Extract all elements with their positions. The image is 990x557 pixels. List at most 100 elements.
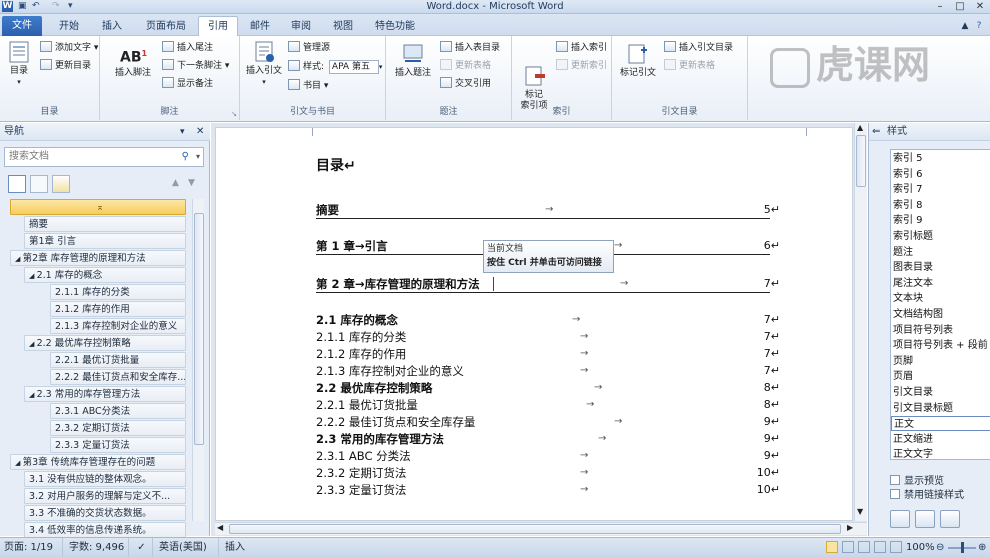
results-view-icon[interactable] <box>52 175 70 193</box>
style-item[interactable]: 引文目录 <box>893 385 933 400</box>
document-page[interactable]: 目录↵ 摘要 → 5↵ 第 1 章→引言 → 6↵ 第 2 章→库存管理的原理和方法 → 7↵ 2… <box>215 127 853 521</box>
toc-button[interactable]: 目录 ▾ <box>4 40 34 88</box>
horizontal-scroll-thumb[interactable] <box>229 524 841 534</box>
word-count[interactable]: 字数: 9,496 <box>62 538 124 557</box>
collapse-triangle-icon[interactable]: ◢ <box>15 459 23 467</box>
nav-heading-item[interactable]: ◢ 2.1 库存的概念 <box>24 267 186 283</box>
proofing-icon[interactable]: ✓ <box>128 538 148 557</box>
style-item[interactable]: 项目符号列表 + 段前 <box>893 338 988 353</box>
collapse-triangle-icon[interactable]: ◢ <box>29 391 37 399</box>
page-count[interactable]: 页面: 1/19 <box>4 538 53 557</box>
tab-home[interactable]: 开始 <box>50 17 88 36</box>
update-index-button[interactable]: 更新索引 <box>556 59 607 74</box>
insert-citation-button[interactable]: 插入引文 ▾ <box>244 40 284 88</box>
nav-heading-item[interactable]: 3.4 低效率的信息传递系统。 <box>24 522 186 538</box>
toc-entry-text[interactable]: 2.1 库存的概念 <box>316 312 398 328</box>
nav-heading-item[interactable]: 2.1.2 库存的作用 <box>50 301 186 317</box>
minimize-ribbon-icon[interactable]: ▲ <box>958 17 972 36</box>
insert-table-of-figures-button[interactable]: 插入表目录 <box>440 41 500 56</box>
zoom-slider-thumb[interactable] <box>961 542 964 553</box>
scroll-right-icon[interactable]: ▶ <box>847 523 853 532</box>
pages-view-icon[interactable] <box>30 175 48 193</box>
dialog-launcher-icon[interactable]: ↘ <box>231 110 237 118</box>
nav-heading-item[interactable]: 2.3.2 定期订货法 <box>50 420 186 436</box>
bibliography-button[interactable]: 书目 ▾ <box>288 79 328 94</box>
style-item[interactable]: 正文缩进 <box>893 432 933 447</box>
outline-view-icon[interactable] <box>874 541 886 553</box>
cross-reference-button[interactable]: 交叉引用 <box>440 77 491 92</box>
headings-view-icon[interactable] <box>8 175 26 193</box>
maximize-icon[interactable]: □ <box>950 0 970 13</box>
nav-heading-item[interactable]: 第1章 引言 <box>24 233 186 249</box>
nav-scrollbar[interactable] <box>192 199 204 521</box>
toc-entry-text[interactable]: 2.1.3 库存控制对企业的意义 <box>316 363 464 379</box>
tab-mailings[interactable]: 邮件 <box>242 17 278 36</box>
citation-style-select[interactable]: APA 第五 <box>328 60 379 74</box>
tab-insert[interactable]: 插入 <box>92 17 132 36</box>
mark-citation-button[interactable]: 标记引文 <box>616 42 660 79</box>
collapse-triangle-icon[interactable]: ◢ <box>15 255 23 263</box>
zoom-level[interactable]: 100% <box>906 538 935 557</box>
next-footnote-button[interactable]: 下一条脚注 ▾ <box>162 59 229 74</box>
zoom-in-icon[interactable]: ⊕ <box>978 538 986 557</box>
insert-caption-button[interactable]: 插入题注 <box>390 42 436 79</box>
toc-entry-text[interactable]: 第 2 章→库存管理的原理和方法 <box>316 276 480 292</box>
nav-heading-item[interactable]: 2.2.1 最优订货批量 <box>50 352 186 368</box>
zoom-out-icon[interactable]: ⊖ <box>936 538 944 557</box>
disable-linked-checkbox[interactable]: 禁用链接样式 <box>890 489 964 502</box>
nav-heading-item[interactable]: ◢ 第3章 传统库存管理存在的问题 <box>10 454 186 470</box>
search-icon[interactable]: ⚲ <box>182 148 189 166</box>
toc-entry-text[interactable]: 2.2 最优库存控制策略 <box>316 380 432 396</box>
toc-entry-text[interactable]: 2.1.2 库存的作用 <box>316 346 406 362</box>
tab-review[interactable]: 审阅 <box>282 17 320 36</box>
search-dropdown-icon[interactable]: ▾ <box>196 148 200 166</box>
toc-entry-text[interactable]: 2.3.2 定期订货法 <box>316 465 406 481</box>
nav-heading-item[interactable]: ◢ 2.2 最优库存控制策略 <box>24 335 186 351</box>
insert-mode[interactable]: 插入 <box>218 538 268 557</box>
toc-entry-text[interactable]: 2.1.1 库存的分类 <box>316 329 406 345</box>
style-item[interactable]: 项目符号列表 <box>893 323 953 338</box>
document-horizontal-scrollbar[interactable]: ◀ ▶ <box>215 522 867 535</box>
styles-list[interactable]: 索引 5 索引 6 索引 7 索引 8 索引 9 索引标题 题注 图表目录 尾注文本 文本块 文档结… <box>890 149 990 460</box>
nav-heading-item[interactable]: 2.2.2 最佳订货点和安全库存... <box>50 369 186 385</box>
close-icon[interactable]: ✕ <box>970 0 990 13</box>
insert-toa-button[interactable]: 插入引文目录 <box>664 41 733 56</box>
nav-heading-item[interactable]: 2.1.1 库存的分类 <box>50 284 186 300</box>
toc-entry-text[interactable]: 2.2.2 最佳订货点和安全库存量 <box>316 414 475 430</box>
scroll-down-icon[interactable]: ▼ <box>857 507 863 516</box>
style-item[interactable]: 正文文字 <box>893 447 933 459</box>
style-item[interactable]: 页眉 <box>893 369 913 384</box>
tab-references[interactable]: 引用 <box>198 16 238 36</box>
help-icon[interactable]: ? <box>972 17 986 36</box>
document-vertical-scrollbar[interactable]: ▲ ▼ <box>854 123 867 521</box>
nav-down-icon[interactable]: ▼ <box>188 178 195 188</box>
nav-heading-item[interactable]: 3.3 不准确的交货状态数据。 <box>24 505 186 521</box>
toc-entry-text[interactable]: 2.2.1 最优订货批量 <box>316 397 418 413</box>
styles-collapse-icon[interactable]: ⇐ <box>872 123 880 141</box>
language-indicator[interactable]: 英语(美国) <box>152 538 207 557</box>
nav-heading-item[interactable]: 摘要 <box>24 216 186 232</box>
nav-heading-item[interactable]: 2.1.3 库存控制对企业的意义 <box>50 318 186 334</box>
nav-heading-item[interactable]: 3.2 对用户服务的理解与定义不... <box>24 488 186 504</box>
toc-entry-text[interactable]: 摘要 <box>316 202 339 218</box>
style-item[interactable]: 索引标题 <box>893 229 933 244</box>
nav-search-input[interactable]: 搜索文档 ⚲ ▾ <box>4 147 204 167</box>
style-item[interactable]: 尾注文本 <box>893 276 933 291</box>
style-item[interactable]: 页脚 <box>893 354 913 369</box>
nav-heading-item[interactable]: 3.1 没有供应链的整体观念。 <box>24 471 186 487</box>
style-inspector-icon[interactable] <box>915 510 935 528</box>
tab-file[interactable]: 文件 <box>2 16 42 36</box>
update-table-button[interactable]: 更新表格 <box>440 59 491 74</box>
toc-entry-text[interactable]: 2.3.1 ABC 分类法 <box>316 448 411 464</box>
style-item[interactable]: 索引 7 <box>893 182 923 197</box>
style-item[interactable]: 文本块 <box>893 291 923 306</box>
nav-heading-item[interactable]: 2.3.3 定量订货法 <box>50 437 186 453</box>
nav-close-icon[interactable]: ✕ <box>196 123 204 141</box>
draft-view-icon[interactable] <box>890 541 902 553</box>
style-item[interactable]: 索引 6 <box>893 167 923 182</box>
style-item[interactable]: 题注 <box>893 245 913 260</box>
new-style-icon[interactable] <box>890 510 910 528</box>
disable-linked-box[interactable] <box>890 489 900 499</box>
scroll-left-icon[interactable]: ◀ <box>217 523 223 532</box>
toc-entry-text[interactable]: 2.3.3 定量订货法 <box>316 482 406 498</box>
